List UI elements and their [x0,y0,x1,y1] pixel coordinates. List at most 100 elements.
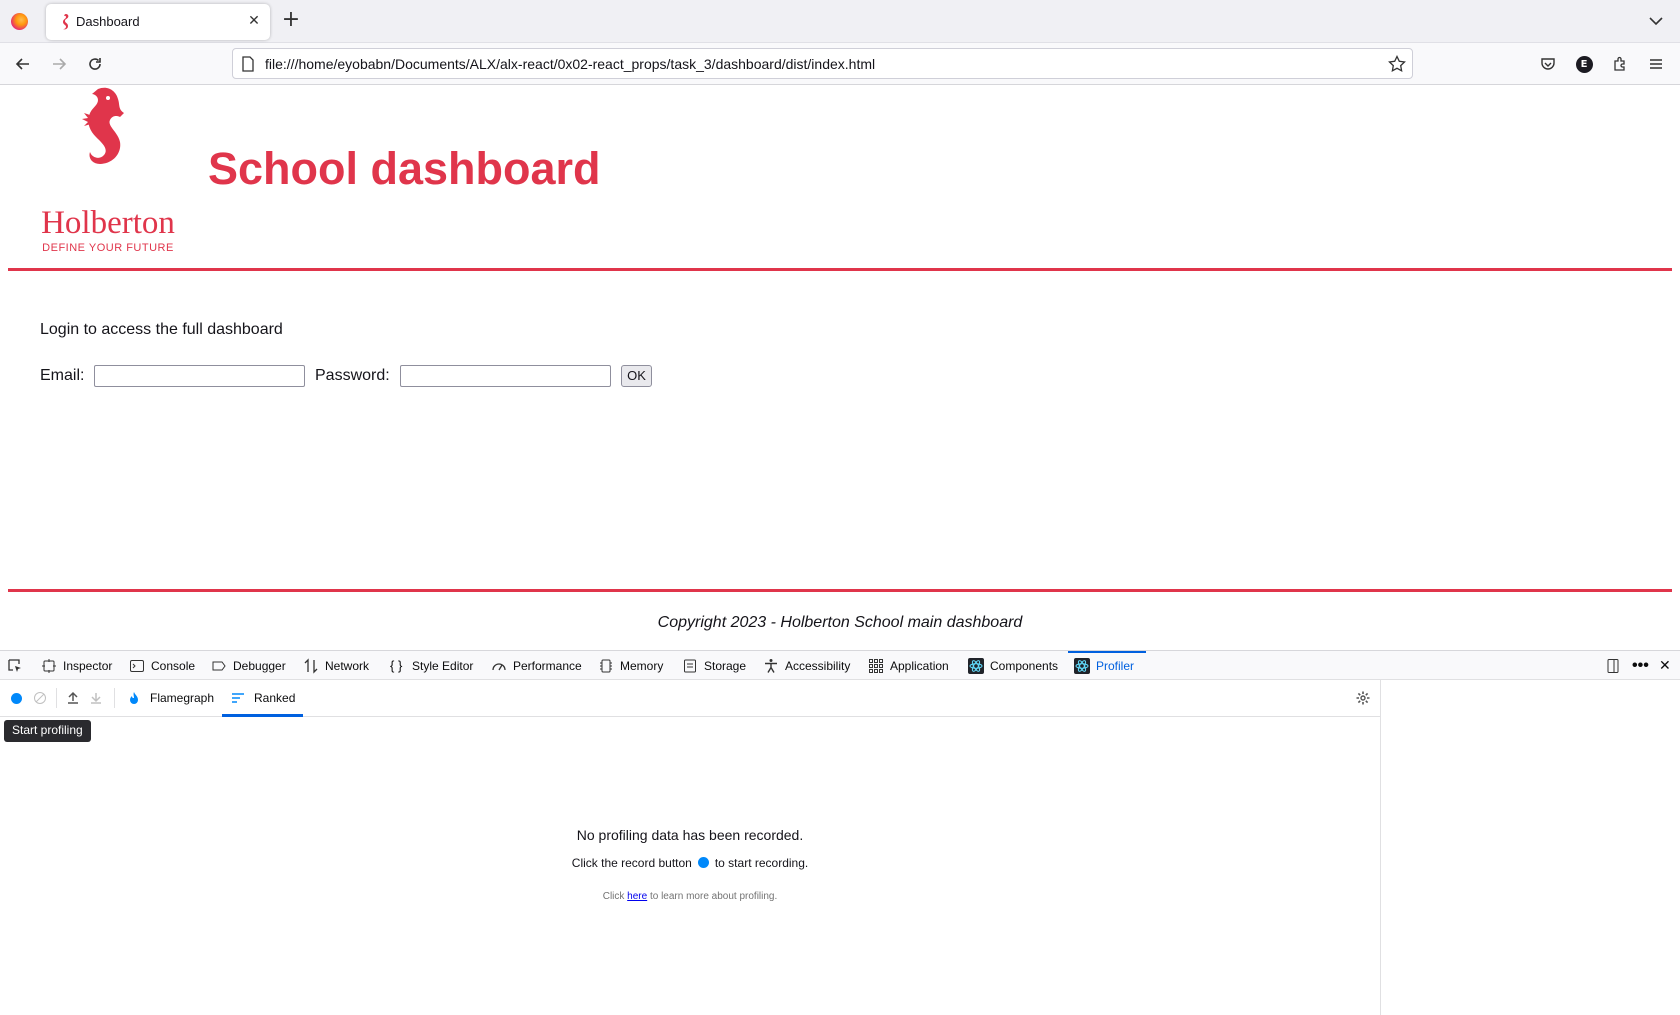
close-devtools-icon[interactable]: ✕ [1659,651,1671,680]
ranked-icon [232,693,244,703]
tab-label: Performance [513,658,582,673]
tab-profiler[interactable]: Profiler [1074,651,1134,680]
tab-label: Profiler [1096,658,1135,673]
more-options-icon[interactable]: ••• [1632,651,1649,680]
flame-icon [130,692,138,704]
toolbar-separator [114,688,115,708]
tab-label: Debugger [233,658,286,673]
tab-label: Accessibility [785,658,851,673]
tab-title: Dashboard [76,14,140,29]
tab-application[interactable]: Application [868,651,949,680]
close-tab-icon[interactable]: ✕ [244,11,264,31]
tab-flamegraph[interactable]: Flamegraph [127,686,214,710]
tab-label: Application [890,658,949,673]
memory-chip-icon [600,659,612,672]
email-input[interactable] [94,365,305,387]
tab-memory[interactable]: Memory [598,651,663,680]
page-title: School dashboard [208,143,601,194]
tab-label: Components [990,658,1059,673]
tab-style-editor[interactable]: { } Style Editor [390,651,473,680]
tab-components[interactable]: Components [968,651,1058,680]
braces-icon: { } [390,657,403,673]
logo-name: Holberton [41,205,175,241]
profiler-sidebar-divider [1380,680,1381,1015]
address-bar[interactable]: file:///home/eyobabn/Documents/ALX/alx-r… [232,48,1413,79]
react-components-icon [968,657,984,674]
reload-icon[interactable] [79,48,111,80]
tab-performance[interactable]: Performance [491,651,582,680]
toolbar-separator [56,688,57,708]
tab-network[interactable]: Network [303,651,369,680]
devtools-panel: Inspector Console Debugger Network { } S… [0,650,1680,1015]
tab-label: Memory [620,658,664,673]
password-label: Password: [315,367,390,384]
dock-side-icon[interactable] [1605,651,1621,680]
tab-label: Style Editor [412,658,474,673]
extensions-icon[interactable] [1604,48,1636,80]
empty-state-title: No profiling data has been recorded. [576,827,804,843]
firefox-icon[interactable] [11,13,28,30]
password-input[interactable] [400,365,611,387]
holberton-logo: Holberton DEFINE YOUR FUTURE [28,85,188,255]
new-tab-icon[interactable]: + [280,9,302,32]
debugger-icon [212,661,226,670]
devtools-toolbar: Inspector Console Debugger Network { } S… [0,651,1680,680]
profiler-toolbar: Flamegraph Ranked [0,680,1380,717]
navigation-toolbar: file:///home/eyobabn/Documents/ALX/alx-r… [0,43,1680,85]
browser-tab-strip: Dashboard ✕ + [0,0,1680,43]
email-label: Email: [40,367,85,384]
accessibility-icon [765,658,777,673]
hint-text-after: to start recording. [714,856,809,870]
network-icon [304,657,318,674]
tab-ranked[interactable]: Ranked [231,686,295,710]
tab-label: Console [151,658,196,673]
browser-tab-dashboard[interactable]: Dashboard ✕ [46,4,270,40]
application-grid-icon [869,658,883,673]
learn-text-after: to learn more about profiling. [649,891,778,902]
ranked-label: Ranked [254,691,296,705]
load-profile-icon[interactable] [66,691,80,705]
url-text[interactable]: file:///home/eyobabn/Documents/ALX/alx-r… [265,56,875,72]
tab-label: Network [325,658,370,673]
tab-debugger[interactable]: Debugger [211,651,286,680]
footer-divider [8,589,1672,592]
storage-icon [684,659,696,672]
page-content: Holberton DEFINE YOUR FUTURE School dash… [0,85,1680,650]
active-subtab-indicator [222,714,303,717]
list-all-tabs-icon[interactable] [1647,12,1665,30]
back-icon[interactable] [7,48,39,80]
account-avatar-icon[interactable]: E [1568,48,1600,80]
performance-gauge-icon [492,662,506,670]
learn-more-link[interactable]: here [627,891,647,902]
tab-inspector[interactable]: Inspector [41,651,112,680]
tab-accessibility[interactable]: Accessibility [763,651,850,680]
tab-storage[interactable]: Storage [682,651,746,680]
learn-more-text: Click here to learn more about profiling… [0,891,1380,902]
start-profiling-tooltip: Start profiling [4,720,91,742]
page-icon [242,56,254,72]
hint-text-before: Click the record button [571,856,692,870]
login-message: Login to access the full dashboard [40,321,283,338]
tab-console[interactable]: Console [129,651,195,680]
forward-icon[interactable] [43,48,75,80]
flamegraph-label: Flamegraph [150,691,215,705]
bookmark-star-icon[interactable] [1388,55,1406,73]
record-button-icon[interactable] [11,693,22,704]
pocket-icon[interactable] [1532,48,1564,80]
learn-text-before: Click [602,891,625,902]
tab-label: Inspector [63,658,113,673]
seahorse-favicon-icon [63,14,69,30]
record-dot-icon[interactable] [697,857,709,868]
console-icon [130,659,144,672]
menu-hamburger-icon[interactable] [1640,48,1672,80]
account-initial: E [1575,55,1593,73]
react-profiler-icon [1074,657,1090,674]
logo-tagline: DEFINE YOUR FUTURE [42,242,174,254]
footer-copyright: Copyright 2023 - Holberton School main d… [657,614,1023,631]
ok-button[interactable]: OK [621,365,652,387]
header-divider [8,268,1672,271]
settings-gear-icon[interactable] [1356,691,1370,705]
element-picker-icon[interactable] [7,651,23,680]
clear-profiling-icon[interactable] [33,691,47,705]
save-profile-icon[interactable] [89,691,103,705]
